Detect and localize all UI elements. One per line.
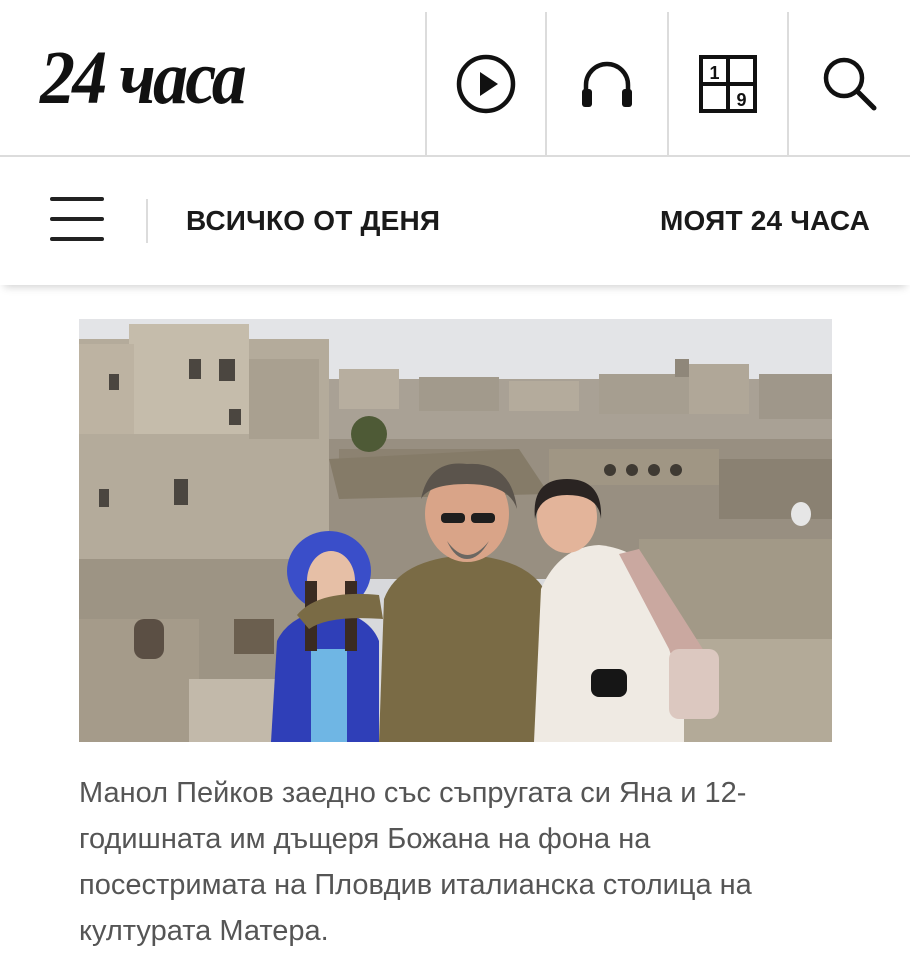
- sudoku-icon: 1 9: [699, 54, 757, 113]
- sudoku-digit-1: 1: [709, 63, 719, 83]
- sudoku-digit-9: 9: [736, 90, 746, 110]
- search-button[interactable]: [787, 12, 910, 155]
- nav-divider: [146, 199, 148, 243]
- play-circle-icon: [456, 54, 516, 113]
- nav-all-today[interactable]: ВСИЧКО ОТ ДЕНЯ: [186, 203, 440, 239]
- photo-caption: Манол Пейков заедно със съпругата си Яна…: [79, 777, 752, 947]
- search-icon: [823, 57, 876, 110]
- sudoku-button[interactable]: 1 9: [667, 12, 787, 155]
- menu-button[interactable]: [50, 195, 106, 245]
- nav-my-24[interactable]: МОЯТ 24 ЧАСА: [660, 203, 870, 239]
- podcast-button[interactable]: [545, 12, 667, 155]
- nav-bar: ВСИЧКО ОТ ДЕНЯ МОЯТ 24 ЧАСА: [0, 157, 910, 285]
- site-logo[interactable]: 24 часа: [40, 38, 247, 118]
- play-button[interactable]: [425, 12, 545, 155]
- article-photo: [79, 319, 832, 742]
- top-bar: 24 часа 1 9: [0, 0, 910, 157]
- headphones-icon: [582, 61, 632, 107]
